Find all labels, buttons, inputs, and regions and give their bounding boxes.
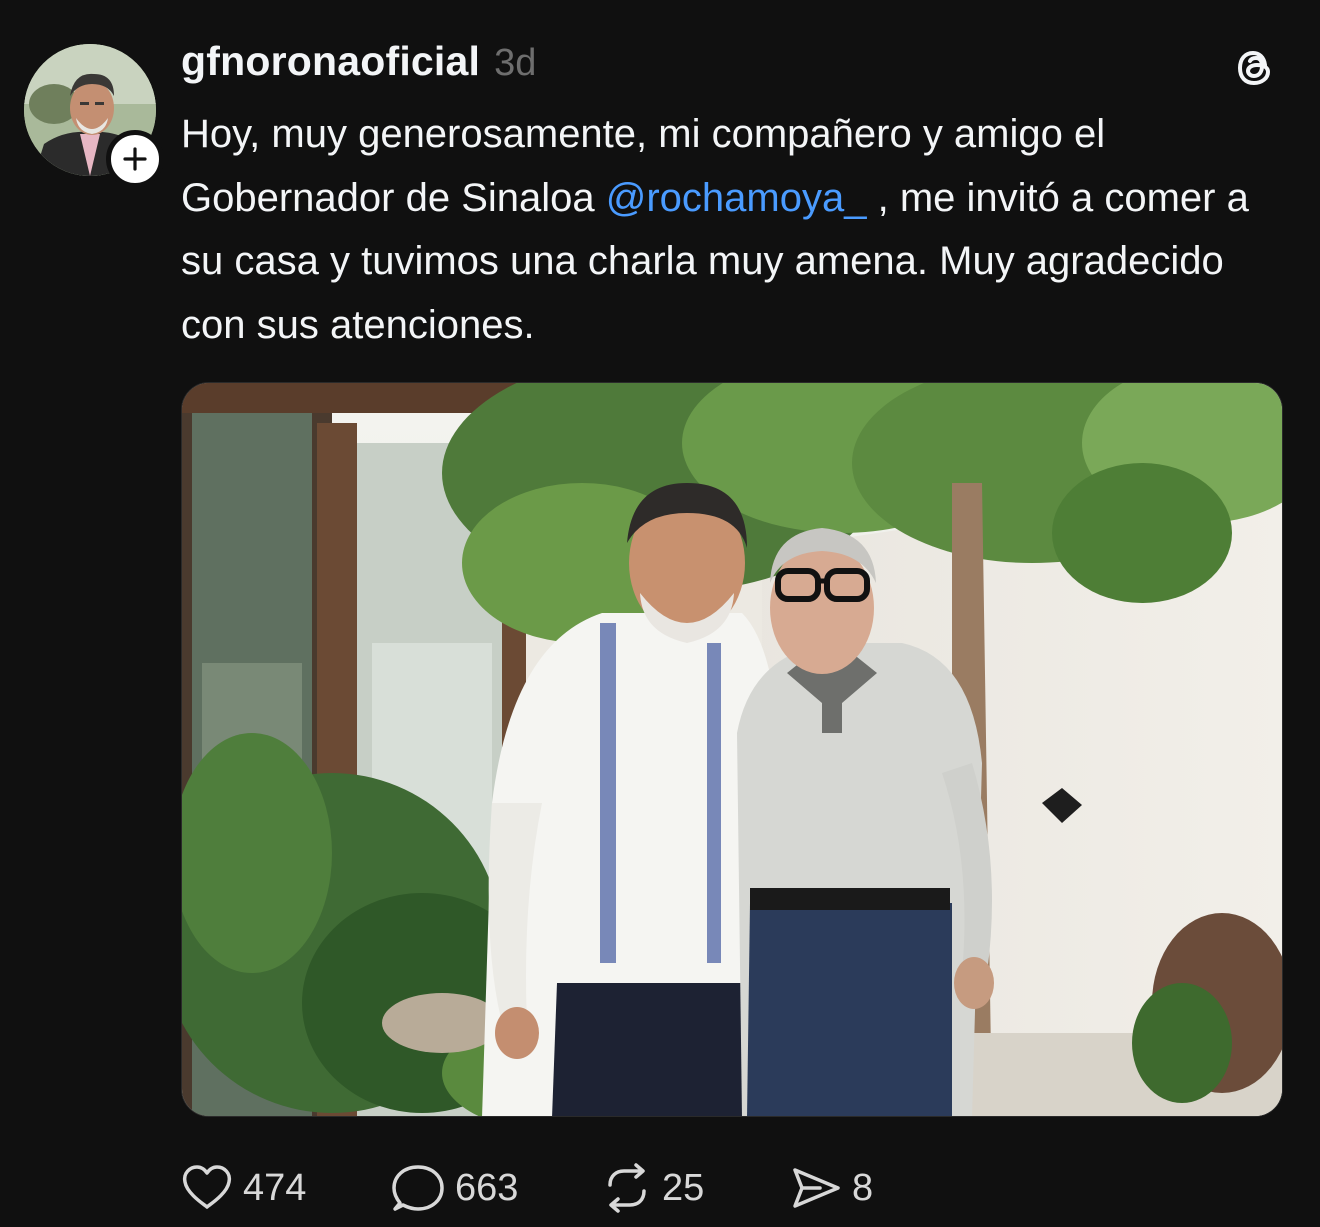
post-timestamp: 3d: [494, 42, 537, 84]
follow-button[interactable]: [106, 130, 164, 188]
post-photo[interactable]: [181, 382, 1283, 1117]
send-icon: [793, 1168, 840, 1208]
reply-button[interactable]: 663: [391, 1163, 602, 1213]
author-username[interactable]: gfnoronaoficial: [181, 38, 480, 85]
post-body: Hoy, muy generosamente, mi compañero y a…: [181, 103, 1291, 357]
mention-link[interactable]: @rochamoya_: [606, 176, 867, 220]
reply-count: 663: [455, 1166, 519, 1209]
action-bar: 474 663 25 8: [181, 1160, 910, 1216]
comment-bubble-icon: [392, 1165, 444, 1211]
like-button[interactable]: 474: [181, 1164, 391, 1212]
share-count: 8: [852, 1166, 874, 1209]
repost-button[interactable]: 25: [602, 1163, 790, 1213]
like-count: 474: [243, 1166, 307, 1209]
repost-count: 25: [662, 1166, 705, 1209]
photo-image: [182, 383, 1282, 1116]
post-header: gfnoronaoficial 3d: [181, 38, 536, 85]
author-avatar-container[interactable]: [24, 44, 164, 188]
heart-icon: [182, 1165, 232, 1209]
threads-logo-icon[interactable]: [1232, 44, 1280, 92]
repost-icon: [608, 1163, 646, 1213]
share-button[interactable]: 8: [790, 1166, 910, 1210]
plus-icon: [123, 147, 147, 171]
